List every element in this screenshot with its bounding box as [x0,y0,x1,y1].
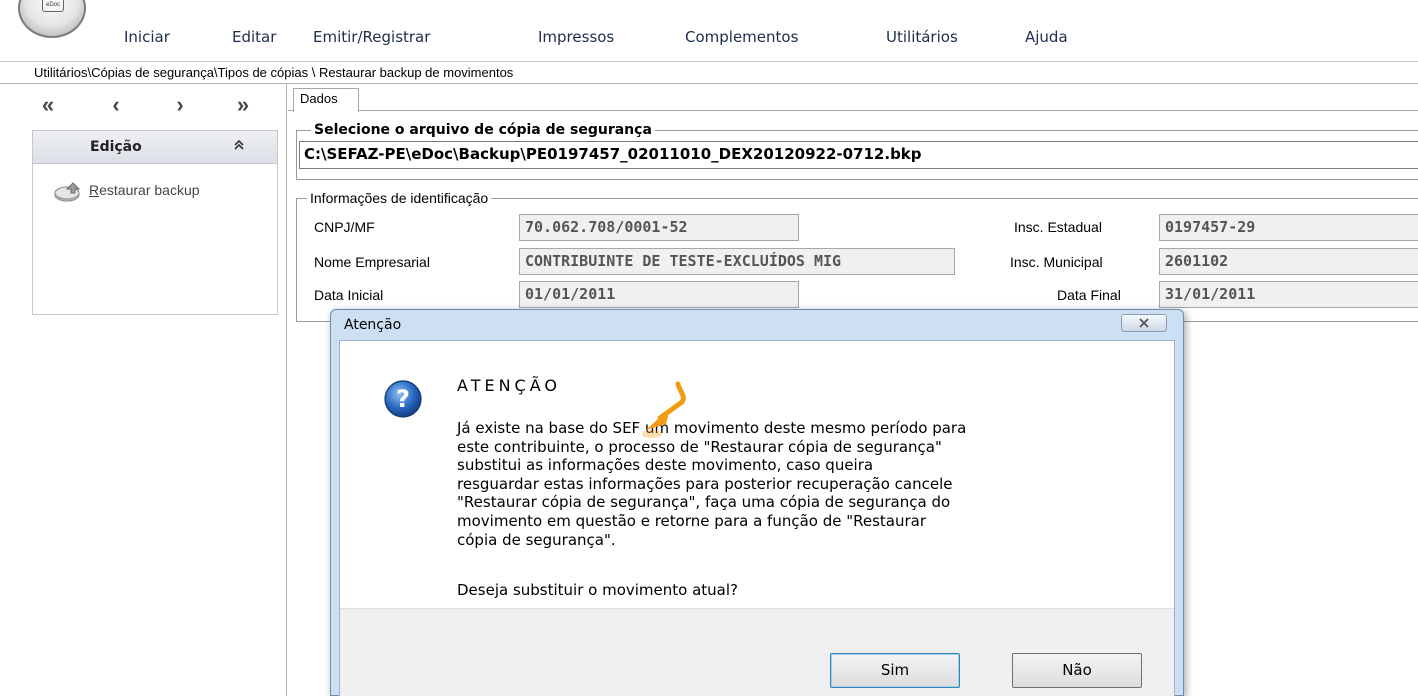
restore-backup-label: Restaurar backup [89,182,200,198]
menu-iniciar[interactable]: Iniciar [124,28,170,46]
dialog-body: ? ATENÇÃO Já existe na base do SEF um mo… [340,341,1174,608]
dialog-heading: ATENÇÃO [457,376,561,395]
svg-text:?: ? [396,385,410,413]
yes-button[interactable]: Sim [830,653,960,688]
app-logo: eDoc [42,0,64,12]
attention-dialog: Atenção ? ATENÇÃO Já existe na base do S… [330,309,1184,696]
data-final-field: 31/01/2011 [1159,281,1418,308]
menu-ajuda[interactable]: Ajuda [1025,28,1068,46]
menu-emitir-registrar[interactable]: Emitir/Registrar [313,28,430,46]
breadcrumb: Utilitários\Cópias de segurança\Tipos de… [0,62,1418,84]
insc-estadual-label: Insc. Estadual [1014,219,1102,235]
backup-file-legend: Selecione o arquivo de cópia de seguranç… [311,122,655,138]
restore-backup-icon [53,181,83,208]
menu-impressos[interactable]: Impressos [538,28,614,46]
insc-municipal-label: Insc. Municipal [1010,254,1103,270]
identification-section: Informações de identificação CNPJ/MF 70.… [296,190,1418,322]
tab-dados[interactable]: Dados [293,88,359,112]
app-window: eDoc Iniciar Editar Emitir/Registrar Imp… [0,0,1418,696]
data-inicial-label: Data Inicial [314,287,384,303]
data-final-label: Data Final [1057,287,1121,303]
backup-file-path-input[interactable]: C:\SEFAZ-PE\eDoc\Backup\PE0197457_020110… [299,141,1418,169]
insc-municipal-field: 2601102 [1159,248,1418,275]
restore-backup-action[interactable]: Restaurar backup [53,179,273,203]
question-icon: ? [383,379,423,424]
insc-estadual-field: 0197457-29 [1159,214,1418,241]
dialog-client: ? ATENÇÃO Já existe na base do SEF um mo… [339,340,1175,696]
left-panel: « ‹ › » Edição Restaurar backup [0,84,287,696]
nome-empresarial-label: Nome Empresarial [314,254,430,270]
backup-file-section: Selecione o arquivo de cópia de seguranç… [296,122,1418,180]
dialog-footer: Sim Não [340,608,1174,696]
dialog-question: Deseja substituir o movimento atual? [457,581,739,599]
last-record-button[interactable]: » [228,94,258,118]
cnpj-field: 70.062.708/0001-52 [519,214,799,241]
identification-legend: Informações de identificação [307,190,492,206]
first-record-button[interactable]: « [33,94,63,118]
dialog-titlebar[interactable]: Atenção [331,310,1183,340]
menu-complementos[interactable]: Complementos [685,28,798,46]
dialog-message: Já existe na base do SEF um movimento de… [457,419,967,549]
edit-group-header[interactable]: Edição [33,131,277,164]
nome-empresarial-field: CONTRIBUINTE DE TESTE-EXCLUÍDOS MIG [519,248,955,275]
app-menu-button[interactable]: eDoc [18,0,86,38]
edit-group: Edição Restaurar backup [32,130,278,315]
menu-bar: eDoc Iniciar Editar Emitir/Registrar Imp… [0,0,1418,62]
cnpj-label: CNPJ/MF [314,219,375,235]
chevron-up-icon[interactable] [233,138,245,154]
previous-record-button[interactable]: ‹ [101,94,131,118]
tab-strip: Dados [288,84,1418,112]
dialog-title: Atenção [344,317,402,333]
data-inicial-field: 01/01/2011 [519,281,799,308]
edit-group-title: Edição [90,139,142,155]
menu-editar[interactable]: Editar [232,28,276,46]
annotation-arrow-icon [600,378,720,453]
no-button[interactable]: Não [1012,653,1142,688]
close-icon[interactable] [1121,314,1167,332]
next-record-button[interactable]: › [165,94,195,118]
menu-utilitarios[interactable]: Utilitários [886,28,958,46]
